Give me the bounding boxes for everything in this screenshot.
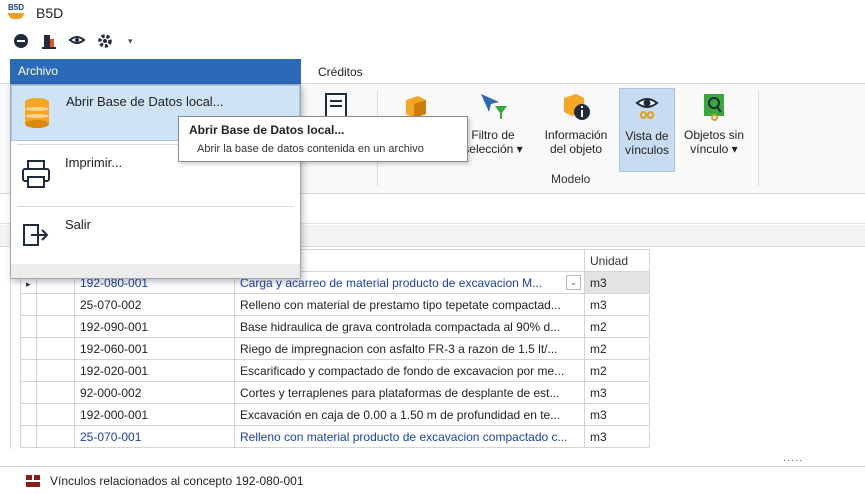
minus-circle-icon[interactable] bbox=[12, 32, 30, 50]
quick-access-toolbar: ▾ bbox=[0, 26, 865, 56]
table-row[interactable]: 92-000-002 Cortes y terraplenes para pla… bbox=[20, 381, 650, 404]
tab-archivo[interactable]: Archivo bbox=[10, 59, 301, 84]
database-icon bbox=[22, 96, 52, 130]
table-row[interactable]: 25-070-002 Relleno con material de prest… bbox=[20, 293, 650, 316]
app-logo-icon: B5D bbox=[8, 3, 32, 21]
dropdown-arrow-icon[interactable]: ⌄ bbox=[566, 275, 581, 290]
table-row[interactable]: 192-000-001 Excavación en caja de 0.00 a… bbox=[20, 403, 650, 426]
status-text: Vínculos relacionados al concepto 192-08… bbox=[50, 473, 304, 488]
table-row[interactable]: 192-020-001 Escarificado y compactado de… bbox=[20, 359, 650, 382]
filtro-seleccion-button[interactable]: Filtro de selección ▾ bbox=[460, 88, 526, 172]
file-menu: Abrir Base de Datos local... Imprimir...… bbox=[10, 84, 301, 279]
tab-creditos[interactable]: Créditos bbox=[318, 65, 363, 79]
search-link-icon bbox=[698, 90, 730, 122]
customize-toolbar-chevron-icon[interactable]: ▾ bbox=[128, 36, 133, 47]
printer-icon bbox=[21, 157, 51, 191]
eye-link-icon[interactable] bbox=[68, 32, 86, 50]
concepts-grid: n Unidad ▸ 192-080-001 Carga y acarreo d… bbox=[20, 249, 865, 449]
menu-item-salir[interactable]: Salir bbox=[11, 209, 300, 265]
links-icon bbox=[26, 474, 40, 487]
table-row[interactable]: 192-060-001 Riego de impregnacion con as… bbox=[20, 337, 650, 360]
exit-icon bbox=[21, 219, 51, 253]
app-title: B5D bbox=[36, 5, 64, 21]
objetos-sin-vinculo-button[interactable]: Objetos sin vínculo ▾ bbox=[680, 88, 748, 172]
status-bar: Vínculos relacionados al concepto 192-08… bbox=[0, 466, 865, 494]
title-bar: B5D B5D bbox=[0, 0, 865, 26]
vista-vinculos-button[interactable]: Vista de vínculos bbox=[619, 88, 675, 172]
tooltip-body: Abrir la base de datos contenida en un a… bbox=[197, 143, 424, 155]
tooltip-title: Abrir Base de Datos local... bbox=[189, 123, 345, 137]
gear-icon[interactable] bbox=[96, 32, 114, 50]
eye-link-icon bbox=[631, 91, 663, 123]
scroll-grip[interactable]: ..... bbox=[783, 452, 803, 464]
table-row[interactable]: 25-070-001 Relleno con material producto… bbox=[20, 425, 650, 448]
info-cube-icon bbox=[560, 90, 592, 122]
group-label-modelo: Modelo bbox=[551, 172, 591, 186]
ribbon-tabs: Archivo Créditos bbox=[0, 57, 865, 84]
informacion-objeto-button[interactable]: Información del objeto bbox=[540, 88, 612, 172]
table-row[interactable]: 192-090-001 Base hidraulica de grava con… bbox=[20, 315, 650, 338]
row-indicator-icon: ▸ bbox=[26, 278, 31, 289]
building-icon[interactable] bbox=[40, 32, 58, 50]
column-header-unidad[interactable]: Unidad bbox=[584, 249, 650, 272]
filter-cursor-icon bbox=[477, 90, 509, 122]
tooltip: Abrir Base de Datos local... Abrir la ba… bbox=[178, 116, 468, 162]
